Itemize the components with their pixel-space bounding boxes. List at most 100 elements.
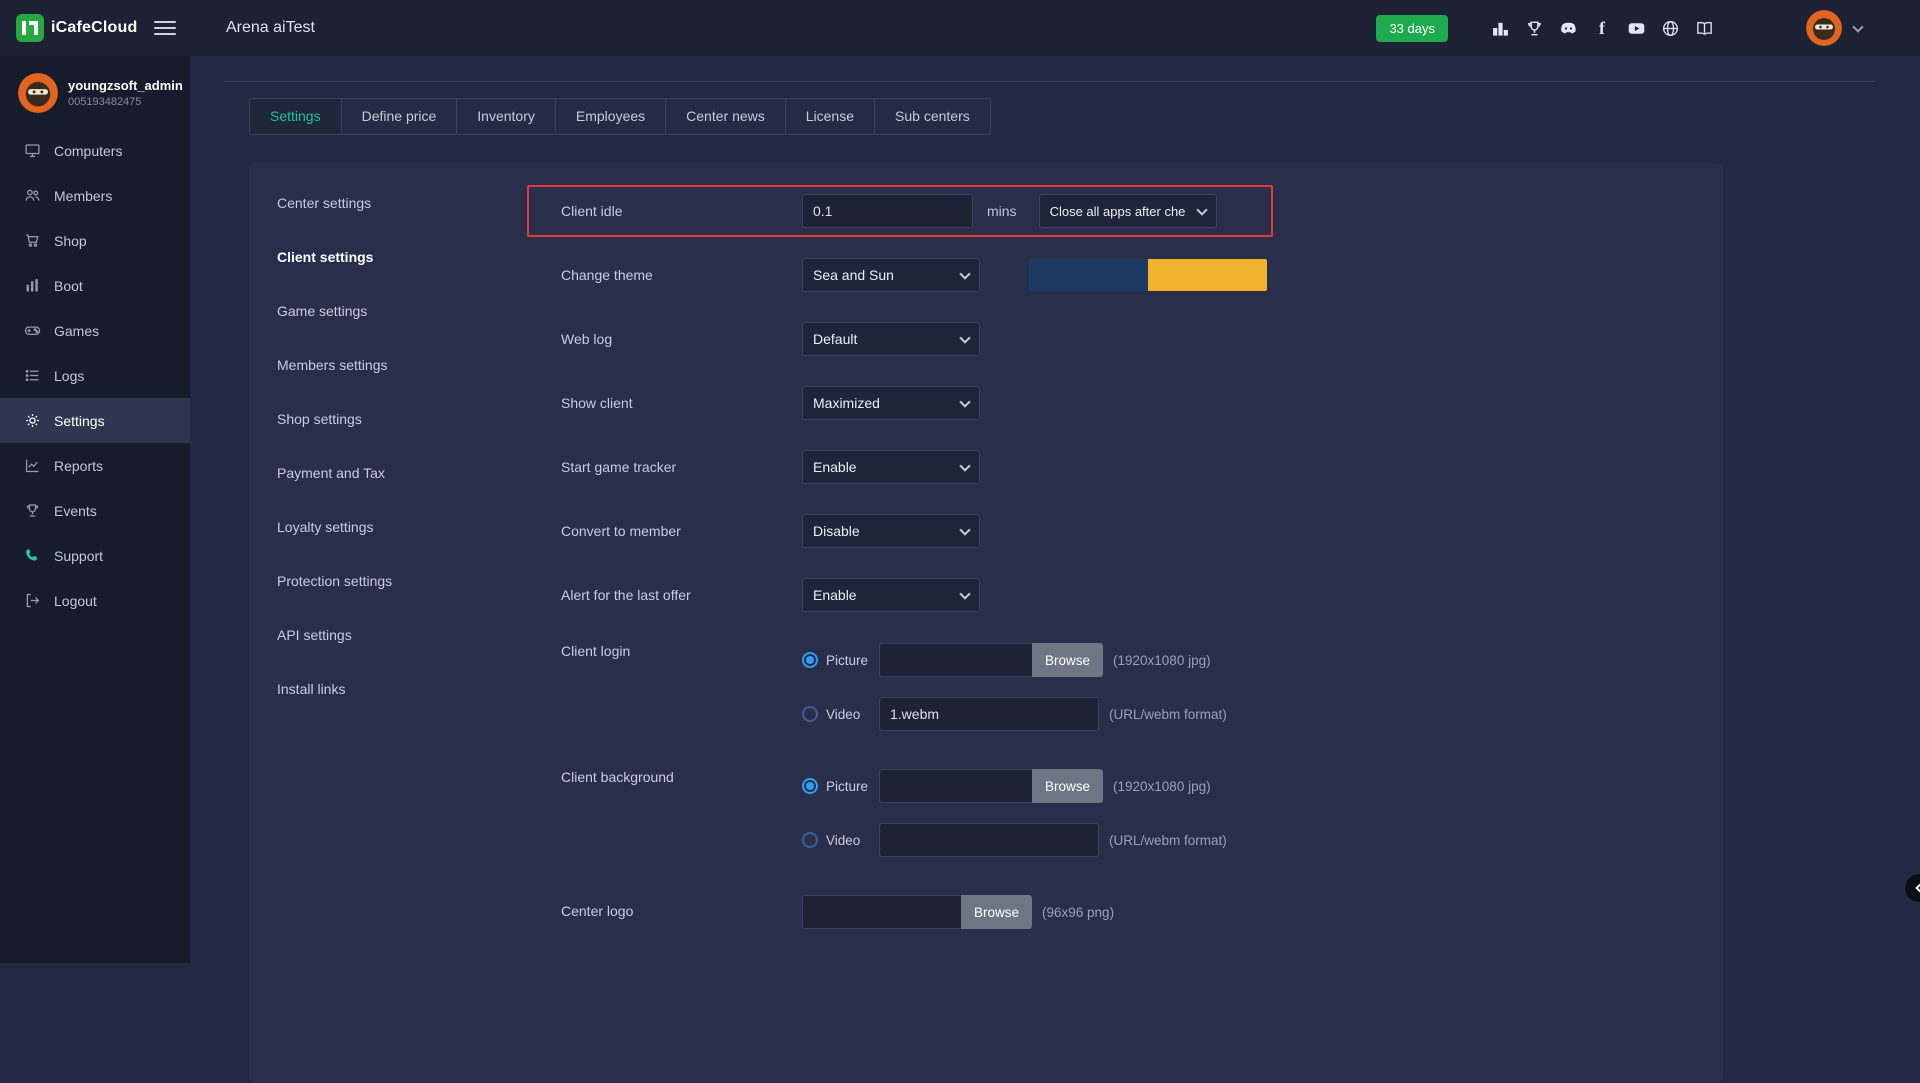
sidebar-item-boot[interactable]: Boot xyxy=(0,263,190,308)
tab-inventory[interactable]: Inventory xyxy=(456,98,556,135)
chevron-down-icon xyxy=(959,460,970,471)
field-hint: (1920x1080 jpg) xyxy=(1113,779,1211,794)
center-logo-row: Center logo Browse (96x96 png) xyxy=(561,895,1723,929)
discord-icon[interactable] xyxy=(1558,18,1578,38)
sidebar-avatar xyxy=(18,73,58,113)
subnav-game-settings[interactable]: Game settings xyxy=(249,284,494,338)
subnav-members-settings[interactable]: Members settings xyxy=(249,338,494,392)
chevron-down-icon xyxy=(959,396,970,407)
youtube-icon[interactable] xyxy=(1626,18,1646,38)
client-idle-action-select[interactable]: Close all apps after che xyxy=(1039,194,1217,228)
alert-last-offer-select[interactable]: Enable xyxy=(802,578,980,612)
field-label: Web log xyxy=(561,331,802,347)
client-login-video-radio[interactable] xyxy=(802,706,818,722)
client-background-video-input[interactable] xyxy=(879,823,1099,857)
menu-toggle-button[interactable] xyxy=(154,17,176,39)
shop-icon xyxy=(24,232,41,249)
select-value: Enable xyxy=(813,459,953,475)
field-hint: (URL/webm format) xyxy=(1109,833,1227,848)
start-game-tracker-row: Start game tracker Enable xyxy=(561,435,1723,499)
app-logo-text: iCafeCloud xyxy=(51,19,137,37)
book-icon[interactable] xyxy=(1694,18,1714,38)
trophy-icon[interactable] xyxy=(1524,18,1544,38)
sidebar: youngzsoft_admin 005193482475 Computers … xyxy=(0,56,190,963)
settings-icon xyxy=(24,412,41,429)
user-block: youngzsoft_admin 005193482475 xyxy=(0,56,190,128)
center-logo-input[interactable] xyxy=(802,895,961,929)
settings-card: Center settings Client settings Game set… xyxy=(249,163,1723,1083)
client-idle-input[interactable] xyxy=(802,194,973,228)
subnav-payment-and-tax[interactable]: Payment and Tax xyxy=(249,446,494,500)
reports-icon xyxy=(24,457,41,474)
subnav-protection-settings[interactable]: Protection settings xyxy=(249,554,494,608)
tab-define-price[interactable]: Define price xyxy=(341,98,458,135)
sidebar-item-computers[interactable]: Computers xyxy=(0,128,190,173)
subnav-client-settings[interactable]: Client settings xyxy=(249,230,494,284)
client-background-picture-browse-button[interactable]: Browse xyxy=(1032,769,1103,803)
convert-to-member-row: Convert to member Disable xyxy=(561,499,1723,563)
facebook-icon[interactable]: f xyxy=(1592,18,1612,38)
sidebar-item-reports[interactable]: Reports xyxy=(0,443,190,488)
tab-settings[interactable]: Settings xyxy=(249,98,342,135)
events-icon xyxy=(24,502,41,519)
start-game-tracker-select[interactable]: Enable xyxy=(802,450,980,484)
center-logo-browse-button[interactable]: Browse xyxy=(961,895,1032,929)
client-background-block: Client background Picture Browse (1920x1… xyxy=(561,769,1723,857)
convert-to-member-select[interactable]: Disable xyxy=(802,514,980,548)
radio-label: Video xyxy=(826,707,879,722)
sidebar-item-support[interactable]: Support xyxy=(0,533,190,578)
page-title: Arena aiTest xyxy=(226,19,315,37)
members-icon xyxy=(24,187,41,204)
field-label: Show client xyxy=(561,395,802,411)
sidebar-item-events[interactable]: Events xyxy=(0,488,190,533)
show-client-row: Show client Maximized xyxy=(561,371,1723,435)
chevron-down-icon[interactable] xyxy=(1852,21,1863,32)
client-login-picture-browse-button[interactable]: Browse xyxy=(1032,643,1103,677)
client-background-picture-radio[interactable] xyxy=(802,778,818,794)
tab-license[interactable]: License xyxy=(785,98,875,135)
sidebar-item-games[interactable]: Games xyxy=(0,308,190,353)
client-login-picture-radio[interactable] xyxy=(802,652,818,668)
chevron-down-icon xyxy=(959,524,970,535)
sidebar-item-members[interactable]: Members xyxy=(0,173,190,218)
chevron-down-icon xyxy=(959,268,970,279)
client-background-picture-input[interactable] xyxy=(879,769,1032,803)
client-login-picture-input[interactable] xyxy=(879,643,1032,677)
show-client-select[interactable]: Maximized xyxy=(802,386,980,420)
user-avatar[interactable] xyxy=(1806,10,1842,46)
sidebar-item-logout[interactable]: Logout xyxy=(0,578,190,623)
subnav-api-settings[interactable]: API settings xyxy=(249,608,494,662)
change-theme-select[interactable]: Sea and Sun xyxy=(802,258,980,292)
field-hint: (96x96 png) xyxy=(1042,905,1114,920)
web-log-select[interactable]: Default xyxy=(802,322,980,356)
sidebar-item-settings[interactable]: Settings xyxy=(0,398,190,443)
sidebar-item-label: Logout xyxy=(54,593,97,609)
subnav-loyalty-settings[interactable]: Loyalty settings xyxy=(249,500,494,554)
globe-icon[interactable] xyxy=(1660,18,1680,38)
client-background-video-radio[interactable] xyxy=(802,832,818,848)
sidebar-item-label: Events xyxy=(54,503,97,519)
tab-employees[interactable]: Employees xyxy=(555,98,666,135)
logo-area: iCafeCloud xyxy=(0,0,190,56)
subnav-center-settings[interactable]: Center settings xyxy=(249,176,494,230)
subnav-install-links[interactable]: Install links xyxy=(249,662,494,716)
theme-swatch-yellow xyxy=(1148,259,1267,291)
settings-subnav: Center settings Client settings Game set… xyxy=(249,163,494,1083)
ranking-icon[interactable] xyxy=(1490,18,1510,38)
tab-sub-centers[interactable]: Sub centers xyxy=(874,98,991,135)
sidebar-item-shop[interactable]: Shop xyxy=(0,218,190,263)
select-value: Enable xyxy=(813,587,953,603)
select-value: Sea and Sun xyxy=(813,267,953,283)
sidebar-item-label: Games xyxy=(54,323,99,339)
license-days-badge[interactable]: 33 days xyxy=(1376,15,1448,42)
radio-label: Picture xyxy=(826,779,879,794)
tab-center-news[interactable]: Center news xyxy=(665,98,786,135)
sidebar-item-logs[interactable]: Logs xyxy=(0,353,190,398)
client-login-video-input[interactable] xyxy=(879,697,1099,731)
main-content: Settings Define price Inventory Employee… xyxy=(190,56,1920,963)
client-background-video-row: Video (URL/webm format) xyxy=(802,823,1227,857)
subnav-shop-settings[interactable]: Shop settings xyxy=(249,392,494,446)
theme-preview xyxy=(1029,259,1267,291)
games-icon xyxy=(24,322,41,339)
unit-label: mins xyxy=(987,203,1017,219)
